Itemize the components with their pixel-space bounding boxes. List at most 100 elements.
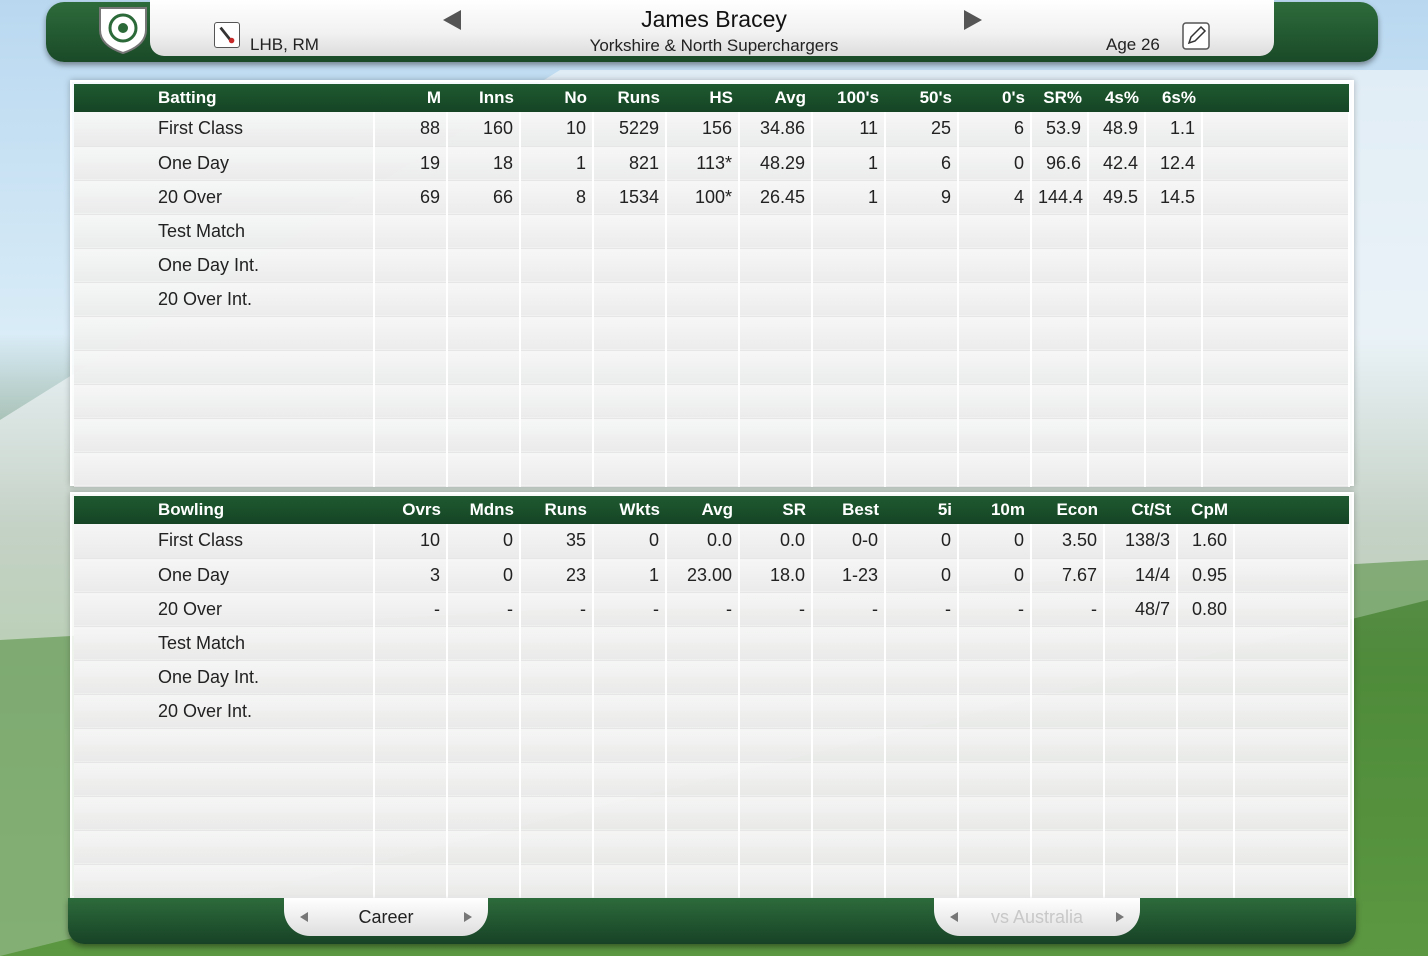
table-cell <box>666 762 740 797</box>
next-arrow-icon[interactable] <box>964 10 982 30</box>
table-cell <box>1145 452 1203 487</box>
table-cell: - <box>812 592 886 627</box>
table-cell: 1534 <box>593 180 667 215</box>
row-label: One Day <box>74 558 375 593</box>
table-cell: - <box>447 592 521 627</box>
table-cell <box>374 660 448 695</box>
table-cell: 1.1 <box>1145 112 1203 147</box>
table-cell <box>885 864 959 899</box>
table-cell <box>739 214 813 249</box>
row-label: One Day <box>74 146 375 181</box>
table-cell <box>1088 384 1146 419</box>
table-cell <box>1202 452 1350 487</box>
table-cell <box>593 418 667 453</box>
table-cell <box>885 248 959 283</box>
table-cell <box>374 694 448 729</box>
table-cell <box>1177 830 1235 865</box>
batting-col-header: 100's <box>812 84 885 112</box>
table-cell <box>666 418 740 453</box>
table-cell <box>520 248 594 283</box>
table-cell <box>374 248 448 283</box>
table-cell <box>739 452 813 487</box>
table-cell <box>666 728 740 763</box>
career-next-icon[interactable] <box>464 912 472 922</box>
table-cell <box>1202 180 1350 215</box>
table-cell: 96.6 <box>1031 146 1089 181</box>
row-label: 20 Over <box>74 180 375 215</box>
table-cell <box>1202 282 1350 317</box>
table-cell <box>1031 626 1105 661</box>
table-cell <box>374 214 448 249</box>
table-cell <box>1145 350 1203 385</box>
table-cell <box>1088 282 1146 317</box>
table-cell <box>666 214 740 249</box>
batting-col-header <box>1202 84 1349 112</box>
batting-col-header: SR% <box>1031 84 1088 112</box>
table-cell <box>447 316 521 351</box>
table-cell <box>593 626 667 661</box>
table-cell <box>374 728 448 763</box>
table-cell <box>812 248 886 283</box>
table-cell <box>1104 660 1178 695</box>
batting-panel: Batting M Inns No Runs HS Avg 100's 50's 0's SR% 4s… <box>70 80 1354 487</box>
table-cell <box>666 660 740 695</box>
table-cell: 138/3 <box>1104 524 1178 559</box>
table-cell <box>812 384 886 419</box>
table-cell: 12.4 <box>1145 146 1203 181</box>
table-cell <box>447 350 521 385</box>
table-cell <box>593 694 667 729</box>
table-cell <box>739 830 813 865</box>
table-cell <box>739 350 813 385</box>
table-cell <box>958 762 1032 797</box>
player-name: James Bracey <box>641 6 787 32</box>
table-cell <box>885 660 959 695</box>
table-cell <box>885 214 959 249</box>
vs-opponent-tab[interactable]: vs Australia <box>934 898 1140 936</box>
table-cell: - <box>958 592 1032 627</box>
bowling-col-header: SR <box>739 496 812 524</box>
table-cell: 0-0 <box>812 524 886 559</box>
table-cell <box>1104 864 1178 899</box>
table-row <box>74 452 1350 487</box>
row-label <box>74 418 375 453</box>
career-prev-icon[interactable] <box>300 912 308 922</box>
table-cell <box>739 626 813 661</box>
table-cell: 0 <box>885 558 959 593</box>
table-cell <box>885 282 959 317</box>
table-cell <box>447 660 521 695</box>
table-cell <box>520 452 594 487</box>
table-cell <box>1234 762 1350 797</box>
table-cell: 0 <box>447 558 521 593</box>
table-cell <box>666 694 740 729</box>
table-cell <box>739 384 813 419</box>
bowling-body: First Class 10 0 35 0 0.0 0.0 0-0 0 0 3.50 138/3 1.6… <box>74 524 1350 899</box>
table-cell: - <box>739 592 813 627</box>
table-cell <box>1177 694 1235 729</box>
table-cell: 26.45 <box>739 180 813 215</box>
table-cell: 0 <box>958 146 1032 181</box>
table-cell <box>812 626 886 661</box>
table-cell <box>520 350 594 385</box>
career-tab[interactable]: Career <box>284 898 488 936</box>
table-cell <box>1088 214 1146 249</box>
table-cell <box>374 452 448 487</box>
table-cell: 6 <box>885 146 959 181</box>
table-cell: - <box>885 592 959 627</box>
table-cell <box>812 796 886 831</box>
batting-col-header: 50's <box>885 84 958 112</box>
table-cell: 23 <box>520 558 594 593</box>
table-cell <box>958 626 1032 661</box>
table-cell <box>739 762 813 797</box>
table-cell <box>374 384 448 419</box>
table-cell <box>1234 626 1350 661</box>
table-cell <box>739 694 813 729</box>
table-cell: 156 <box>666 112 740 147</box>
table-cell: 113* <box>666 146 740 181</box>
table-cell: 25 <box>885 112 959 147</box>
vs-prev-icon[interactable] <box>950 912 958 922</box>
table-cell <box>739 728 813 763</box>
edit-icon[interactable] <box>1182 22 1210 50</box>
table-cell: - <box>666 592 740 627</box>
table-cell: 0.0 <box>666 524 740 559</box>
vs-next-icon[interactable] <box>1116 912 1124 922</box>
